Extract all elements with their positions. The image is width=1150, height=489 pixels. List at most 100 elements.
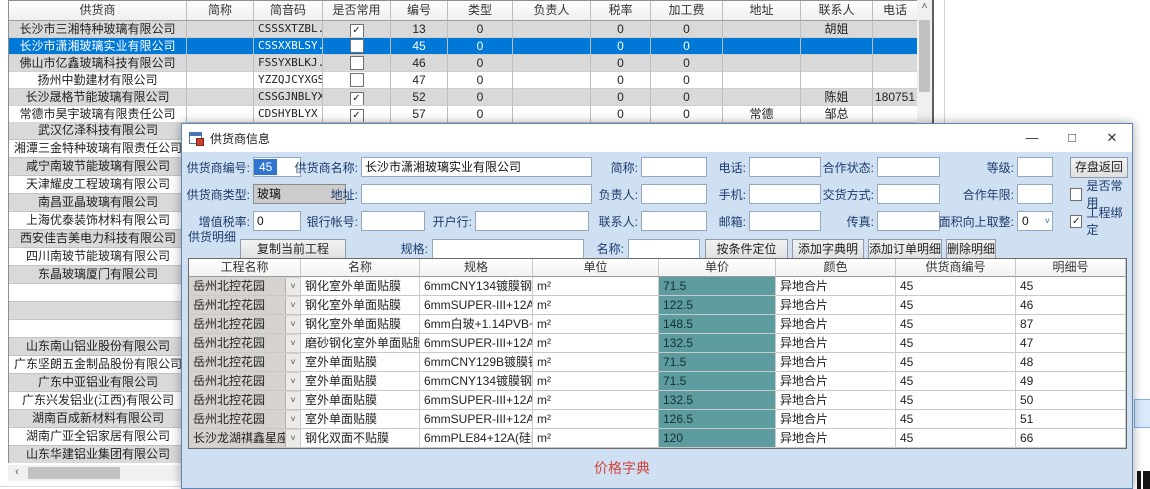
- cell-id[interactable]: 52: [391, 89, 448, 106]
- cell-contact[interactable]: 胡姐: [801, 21, 873, 38]
- cell-type[interactable]: 0: [448, 38, 513, 55]
- cell-type[interactable]: 0: [448, 106, 513, 123]
- cell-abbr[interactable]: [187, 55, 254, 72]
- chevron-down-icon[interactable]: ˅: [285, 411, 300, 428]
- column-header-4[interactable]: 是否常用: [323, 1, 391, 21]
- detail-cell[interactable]: 148.5: [659, 315, 776, 334]
- supplier-list-item[interactable]: 四川南玻节能玻璃有限公司: [9, 248, 187, 266]
- cell-contact[interactable]: [801, 38, 873, 55]
- detail-cell[interactable]: 66: [1016, 429, 1126, 448]
- checkbox-icon[interactable]: [350, 24, 364, 38]
- detail-row[interactable]: 岳州北控花园˅钢化室外单面贴膜6mm白玻+1.14PVB+6mm...m²148…: [189, 315, 1126, 334]
- common-flag-cell[interactable]: [323, 72, 391, 89]
- supplier-list-item[interactable]: 东晶玻璃厦门有限公司: [9, 266, 187, 284]
- detail-cell[interactable]: 50: [1016, 391, 1126, 410]
- cell-address[interactable]: 常德: [723, 106, 801, 123]
- cell-id[interactable]: 45: [391, 38, 448, 55]
- checkbox-icon[interactable]: [350, 39, 364, 53]
- cell-code[interactable]: CSSXXBLSY...: [254, 38, 323, 55]
- detail-row[interactable]: 岳州北控花园˅钢化室外单面贴膜6mmSUPER-III+12A(硅...m²12…: [189, 296, 1126, 315]
- checkbox-icon[interactable]: [350, 92, 364, 106]
- supplier-name-input[interactable]: 长沙市潇湘玻璃实业有限公司: [361, 157, 592, 177]
- cell-phone[interactable]: [873, 106, 918, 123]
- supplier-list-item[interactable]: [9, 302, 187, 320]
- detail-row[interactable]: 岳州北控花园˅室外单面贴膜6mmCNY129B镀膜钢化m²71.5异地合片454…: [189, 353, 1126, 372]
- cell-fee[interactable]: 0: [651, 106, 723, 123]
- copy-project-button[interactable]: 复制当前工程: [240, 239, 346, 260]
- cell-id[interactable]: 47: [391, 72, 448, 89]
- detail-column-header-8[interactable]: 明细号: [1016, 259, 1126, 277]
- project-combobox[interactable]: 岳州北控花园˅: [189, 410, 301, 429]
- common-flag-cell[interactable]: [323, 38, 391, 55]
- cell-type[interactable]: 0: [448, 55, 513, 72]
- project-combobox[interactable]: 岳州北控花园˅: [189, 391, 301, 410]
- cell-tax[interactable]: 0: [591, 89, 651, 106]
- table-row[interactable]: 佛山市亿鑫玻璃科技有限公司FSSYXBLKJ..46000: [9, 55, 918, 72]
- detail-cell[interactable]: m²: [533, 315, 659, 334]
- cell-address[interactable]: [723, 38, 801, 55]
- detail-cell[interactable]: 异地合片: [776, 315, 896, 334]
- cell-manager[interactable]: [513, 89, 591, 106]
- detail-column-header-6[interactable]: 颜色: [776, 259, 896, 277]
- supplier-list-item[interactable]: 上海优泰装饰材料有限公司: [9, 212, 187, 230]
- project-combobox[interactable]: 长沙龙湖祺鑫星座˅: [189, 429, 301, 448]
- column-header-9[interactable]: 加工费: [651, 1, 723, 21]
- detail-cell[interactable]: m²: [533, 410, 659, 429]
- cell-id[interactable]: 46: [391, 55, 448, 72]
- cell-supplier[interactable]: 长沙市三湘特种玻璃有限公司: [9, 21, 187, 38]
- detail-cell[interactable]: 45: [896, 429, 1016, 448]
- common-flag-cell[interactable]: [323, 55, 391, 72]
- detail-cell[interactable]: 45: [896, 353, 1016, 372]
- detail-cell[interactable]: 45: [896, 391, 1016, 410]
- cell-tax[interactable]: 0: [591, 72, 651, 89]
- cell-phone[interactable]: [873, 55, 918, 72]
- cell-supplier[interactable]: 长沙晟格节能玻璃有限公司: [9, 89, 187, 106]
- detail-cell[interactable]: 126.5: [659, 410, 776, 429]
- cell-manager[interactable]: [513, 72, 591, 89]
- cell-contact[interactable]: [801, 72, 873, 89]
- detail-cell[interactable]: m²: [533, 277, 659, 296]
- checkbox-icon[interactable]: [350, 109, 364, 123]
- minimize-icon[interactable]: —: [1012, 124, 1052, 152]
- cell-manager[interactable]: [513, 38, 591, 55]
- detail-cell[interactable]: 46: [1016, 296, 1126, 315]
- cell-abbr[interactable]: [187, 106, 254, 123]
- detail-cell[interactable]: 室外单面贴膜: [301, 353, 420, 372]
- detail-cell[interactable]: 异地合片: [776, 391, 896, 410]
- column-header-5[interactable]: 编号: [391, 1, 448, 21]
- detail-cell[interactable]: 异地合片: [776, 277, 896, 296]
- cell-code[interactable]: CSSSXTZBL..: [254, 21, 323, 38]
- scrollbar-thumb[interactable]: [28, 467, 120, 479]
- chevron-down-icon[interactable]: ˅: [285, 316, 300, 333]
- chevron-down-icon[interactable]: ˅: [285, 354, 300, 371]
- detail-row[interactable]: 岳州北控花园˅钢化室外单面贴膜6mmCNY134镀膜钢化m²71.5异地合片45…: [189, 277, 1126, 296]
- cell-code[interactable]: YZZQJCYXGS: [254, 72, 323, 89]
- supplier-list-item[interactable]: 山东华建铝业集团有限公司: [9, 446, 187, 463]
- detail-cell[interactable]: 异地合片: [776, 410, 896, 429]
- detail-cell[interactable]: 132.5: [659, 334, 776, 353]
- detail-cell[interactable]: 6mmCNY134镀膜钢化: [420, 372, 533, 391]
- supplier-list-item[interactable]: 广东兴发铝业(江西)有限公司: [9, 392, 187, 410]
- supplier-list-item[interactable]: 武汉亿泽科技有限公司: [9, 122, 187, 140]
- maximize-icon[interactable]: □: [1052, 124, 1092, 152]
- common-checkbox[interactable]: 是否常用: [1070, 184, 1132, 204]
- supplier-list-item[interactable]: 天津耀皮工程玻璃有限公司: [9, 176, 187, 194]
- supplier-list-item[interactable]: 广东坚朗五金制品股份有限公司: [9, 356, 187, 374]
- cell-address[interactable]: [723, 55, 801, 72]
- column-header-8[interactable]: 税率: [591, 1, 651, 21]
- detail-cell[interactable]: 异地合片: [776, 429, 896, 448]
- cell-phone[interactable]: [873, 38, 918, 55]
- vertical-scrollbar[interactable]: ˄: [917, 0, 932, 123]
- project-combobox[interactable]: 岳州北控花园˅: [189, 277, 301, 296]
- cell-contact[interactable]: [801, 55, 873, 72]
- detail-cell[interactable]: 异地合片: [776, 372, 896, 391]
- detail-cell[interactable]: m²: [533, 429, 659, 448]
- detail-cell[interactable]: 异地合片: [776, 353, 896, 372]
- cell-contact[interactable]: 陈姐: [801, 89, 873, 106]
- cell-fee[interactable]: 0: [651, 55, 723, 72]
- cell-address[interactable]: [723, 89, 801, 106]
- cell-tax[interactable]: 0: [591, 21, 651, 38]
- cell-type[interactable]: 0: [448, 89, 513, 106]
- scroll-left-icon[interactable]: ‹: [10, 466, 24, 480]
- chevron-down-icon[interactable]: ˅: [285, 297, 300, 314]
